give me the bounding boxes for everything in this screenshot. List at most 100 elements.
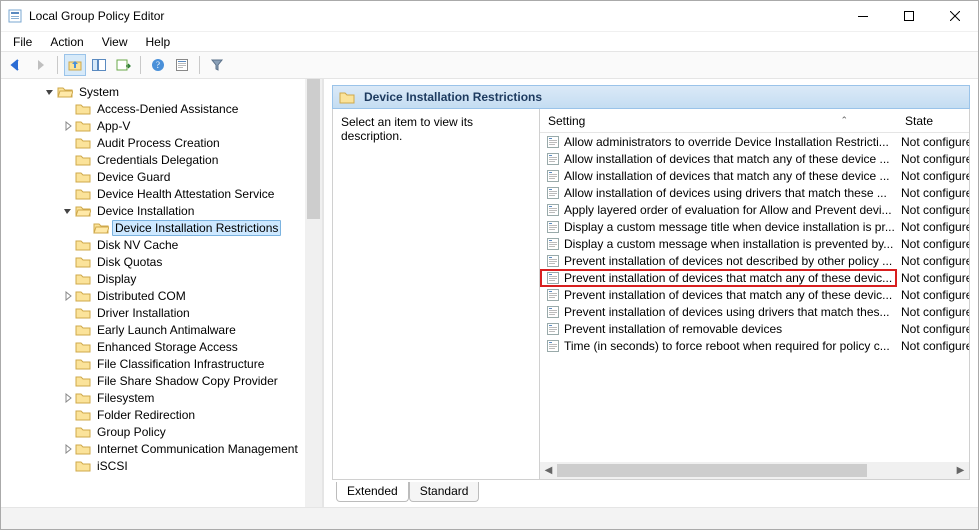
tree-pane: SystemAccess-Denied AssistanceApp-VAudit… xyxy=(1,79,324,507)
folder-icon xyxy=(75,136,91,150)
svg-text:?: ? xyxy=(156,60,160,70)
filter-button[interactable] xyxy=(206,54,228,76)
scroll-left-icon[interactable]: ◀ xyxy=(540,462,557,479)
policy-setting-icon xyxy=(546,339,560,353)
tree-item-device-guard[interactable]: Device Guard xyxy=(1,168,322,185)
tree-item-credentials-delegation[interactable]: Credentials Delegation xyxy=(1,151,322,168)
help-button[interactable]: ? xyxy=(147,54,169,76)
folder-open-icon xyxy=(93,221,109,235)
tree-item-system[interactable]: System xyxy=(1,83,322,100)
tree-item-enhanced-storage-access[interactable]: Enhanced Storage Access xyxy=(1,338,322,355)
folder-icon xyxy=(75,391,91,405)
settings-row[interactable]: Allow installation of devices using driv… xyxy=(540,184,969,201)
scroll-track[interactable] xyxy=(557,462,952,479)
settings-rows: Allow administrators to override Device … xyxy=(540,133,969,354)
list-horizontal-scrollbar[interactable]: ◀ ▶ xyxy=(540,462,969,479)
settings-row[interactable]: Time (in seconds) to force reboot when r… xyxy=(540,337,969,354)
forward-button[interactable] xyxy=(29,54,51,76)
scroll-right-icon[interactable]: ▶ xyxy=(952,462,969,479)
tree-item-iscsi[interactable]: iSCSI xyxy=(1,457,322,474)
tree-item-device-installation-restrictions[interactable]: Device Installation Restrictions xyxy=(1,219,322,236)
policy-setting-icon xyxy=(546,322,560,336)
tree-item-internet-communication-management[interactable]: Internet Communication Management xyxy=(1,440,322,457)
menu-view[interactable]: View xyxy=(94,33,136,51)
tree-item-file-share-shadow-copy-provider[interactable]: File Share Shadow Copy Provider xyxy=(1,372,322,389)
settings-row[interactable]: Allow installation of devices that match… xyxy=(540,150,969,167)
properties-button[interactable] xyxy=(171,54,193,76)
settings-row[interactable]: Prevent installation of devices not desc… xyxy=(540,252,969,269)
policy-setting-icon xyxy=(546,203,560,217)
chevron-down-icon[interactable] xyxy=(61,204,75,218)
policy-setting-icon xyxy=(546,220,560,234)
tree-item-label: Device Installation xyxy=(94,204,197,218)
menu-file[interactable]: File xyxy=(5,33,40,51)
tree-item-disk-quotas[interactable]: Disk Quotas xyxy=(1,253,322,270)
up-one-level-button[interactable] xyxy=(64,54,86,76)
chevron-right-icon[interactable] xyxy=(61,442,75,456)
policy-setting-icon xyxy=(546,271,560,285)
tree-item-access-denied-assistance[interactable]: Access-Denied Assistance xyxy=(1,100,322,117)
tab-standard[interactable]: Standard xyxy=(409,482,480,502)
bottom-tabs: Extended Standard xyxy=(332,480,970,503)
setting-state-cell: Not configured xyxy=(897,322,969,336)
settings-row[interactable]: Apply layered order of evaluation for Al… xyxy=(540,201,969,218)
tree-vertical-scrollbar[interactable] xyxy=(305,79,322,507)
twisty-placeholder xyxy=(61,187,75,201)
close-button[interactable] xyxy=(932,1,978,31)
folder-icon xyxy=(75,442,91,456)
tree-item-audit-process-creation[interactable]: Audit Process Creation xyxy=(1,134,322,151)
chevron-right-icon[interactable] xyxy=(61,289,75,303)
setting-name-cell: Prevent installation of devices that mat… xyxy=(540,288,897,302)
tab-extended[interactable]: Extended xyxy=(336,482,409,502)
tree-item-distributed-com[interactable]: Distributed COM xyxy=(1,287,322,304)
setting-name-cell: Prevent installation of removable device… xyxy=(540,322,897,336)
settings-row[interactable]: Display a custom message when installati… xyxy=(540,235,969,252)
tree-item-device-health-attestation-service[interactable]: Device Health Attestation Service xyxy=(1,185,322,202)
tree-item-filesystem[interactable]: Filesystem xyxy=(1,389,322,406)
menu-help[interactable]: Help xyxy=(138,33,179,51)
export-list-button[interactable] xyxy=(112,54,134,76)
tree-item-driver-installation[interactable]: Driver Installation xyxy=(1,304,322,321)
twisty-placeholder xyxy=(61,357,75,371)
tree-item-folder-redirection[interactable]: Folder Redirection xyxy=(1,406,322,423)
minimize-button[interactable] xyxy=(840,1,886,31)
twisty-placeholder xyxy=(61,323,75,337)
show-hide-tree-button[interactable] xyxy=(88,54,110,76)
folder-icon xyxy=(75,170,91,184)
chevron-right-icon[interactable] xyxy=(61,119,75,133)
setting-name-cell: Apply layered order of evaluation for Al… xyxy=(540,203,897,217)
menu-action[interactable]: Action xyxy=(42,33,91,51)
tree-item-group-policy[interactable]: Group Policy xyxy=(1,423,322,440)
settings-row[interactable]: Allow installation of devices that match… xyxy=(540,167,969,184)
back-button[interactable] xyxy=(5,54,27,76)
settings-row[interactable]: Prevent installation of devices using dr… xyxy=(540,303,969,320)
content-title: Device Installation Restrictions xyxy=(364,90,542,104)
tree-item-label: File Classification Infrastructure xyxy=(94,357,267,371)
tree-item-file-classification-infrastructure[interactable]: File Classification Infrastructure xyxy=(1,355,322,372)
chevron-down-icon[interactable] xyxy=(43,85,57,99)
tree-item-disk-nv-cache[interactable]: Disk NV Cache xyxy=(1,236,322,253)
setting-name-text: Prevent installation of removable device… xyxy=(564,322,782,336)
settings-row[interactable]: Display a custom message title when devi… xyxy=(540,218,969,235)
list-header: Setting ⌃ State xyxy=(540,109,969,133)
setting-name-cell: Prevent installation of devices using dr… xyxy=(540,305,897,319)
tree-item-display[interactable]: Display xyxy=(1,270,322,287)
scrollbar-thumb[interactable] xyxy=(307,79,320,219)
policy-setting-icon xyxy=(546,186,560,200)
settings-row[interactable]: Allow administrators to override Device … xyxy=(540,133,969,150)
maximize-button[interactable] xyxy=(886,1,932,31)
tree-item-app-v[interactable]: App-V xyxy=(1,117,322,134)
tree-item-label: Device Installation Restrictions xyxy=(112,220,281,236)
folder-icon xyxy=(75,102,91,116)
tree-item-early-launch-antimalware[interactable]: Early Launch Antimalware xyxy=(1,321,322,338)
chevron-right-icon[interactable] xyxy=(61,391,75,405)
settings-row[interactable]: Prevent installation of removable device… xyxy=(540,320,969,337)
tree-item-device-installation[interactable]: Device Installation xyxy=(1,202,322,219)
column-header-state-label: State xyxy=(905,114,933,128)
folder-icon xyxy=(75,272,91,286)
settings-row[interactable]: Prevent installation of devices that mat… xyxy=(540,286,969,303)
column-header-state[interactable]: State xyxy=(897,109,969,132)
settings-row[interactable]: Prevent installation of devices that mat… xyxy=(540,269,969,286)
column-header-setting[interactable]: Setting ⌃ xyxy=(540,109,897,132)
scrollbar-thumb[interactable] xyxy=(557,464,867,477)
